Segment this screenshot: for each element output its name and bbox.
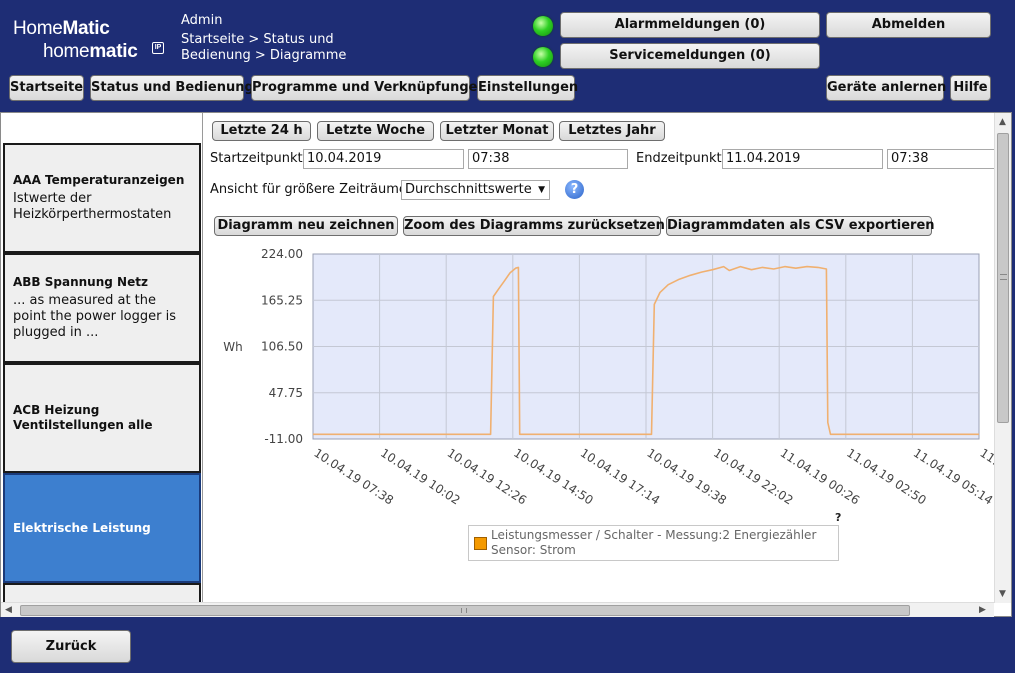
breadcrumb: Startseite > Status und Bedienung > Diag… xyxy=(181,32,347,63)
range-year-button[interactable]: Letztes Jahr xyxy=(559,121,665,141)
vertical-scroll-thumb[interactable] xyxy=(997,133,1009,423)
diagram-item-title: ACB Heizung Ventilstellungen alle xyxy=(13,403,153,432)
scroll-down-icon[interactable]: ▼ xyxy=(999,589,1006,599)
y-tick-label: 224.00 xyxy=(261,247,303,261)
user-name: Admin xyxy=(181,13,223,28)
y-tick-label: -11.00 xyxy=(264,432,303,446)
legend-help-icon[interactable]: ? xyxy=(835,511,841,524)
diagram-item-heating-valves[interactable]: ACB Heizung Ventilstellungen alle xyxy=(3,363,201,473)
end-time-field[interactable]: 07:38 xyxy=(887,149,995,169)
export-csv-button[interactable]: Diagrammdaten als CSV exportieren xyxy=(666,216,935,236)
y-axis-label: Wh xyxy=(223,340,242,354)
y-tick-label: 47.75 xyxy=(269,386,303,400)
legend-series-name: Leistungsmesser / Schalter - Messung:2 E… xyxy=(491,528,817,557)
diagram-item-desc: Istwerte der Heizkörperthermostaten xyxy=(13,191,172,222)
diagram-item-voltage[interactable]: ABB Spannung Netz ... as measured at the… xyxy=(3,253,201,363)
logo-ip-badge: IP xyxy=(152,42,164,54)
footer: Zurück xyxy=(0,618,1015,673)
redraw-diagram-button[interactable]: Diagramm neu zeichnen xyxy=(214,216,398,236)
end-label: Endzeitpunkt xyxy=(636,151,722,166)
help-icon[interactable]: ? xyxy=(565,180,584,199)
horizontal-scroll-thumb[interactable] xyxy=(20,605,910,616)
diagram-item-title: AAA Temperaturanzeigen xyxy=(13,173,185,187)
reset-zoom-button[interactable]: Zoom des Diagramms zurücksetzen xyxy=(403,216,665,236)
service-status-led-icon xyxy=(533,47,553,67)
x-tick-label: 11. xyxy=(977,446,995,468)
power-chart[interactable]: 224.00165.25106.5047.75-11.00 10.04.19 0… xyxy=(207,241,995,571)
start-time-field[interactable]: 07:38 xyxy=(468,149,628,169)
grip-icon xyxy=(1000,274,1007,280)
start-date-field[interactable]: 10.04.2019 xyxy=(303,149,464,169)
chart-legend[interactable]: Leistungsmesser / Schalter - Messung:2 E… xyxy=(468,525,839,561)
nav-programs-button[interactable]: Programme und Verknüpfungen xyxy=(251,75,487,101)
service-messages-button[interactable]: Servicemeldungen (0) xyxy=(560,43,820,69)
diagram-content: Letzte 24 h Letzte Woche Letzter Monat L… xyxy=(207,113,995,603)
range-month-button[interactable]: Letzter Monat xyxy=(440,121,554,141)
y-tick-label: 106.50 xyxy=(261,340,303,354)
nav-teach-devices-button[interactable]: Geräte anlernen xyxy=(826,75,946,101)
back-button[interactable]: Zurück xyxy=(11,630,131,663)
diagram-item-desc: ... as measured at the point the power l… xyxy=(13,293,176,340)
nav-help-button[interactable]: Hilfe xyxy=(950,75,991,101)
range-24h-button[interactable]: Letzte 24 h xyxy=(212,121,311,141)
main-panel: AAA Temperaturanzeigen Istwerte der Heiz… xyxy=(0,112,1012,617)
diagram-item-electric-power[interactable]: Elektrische Leistung xyxy=(3,473,201,583)
view-select[interactable]: Durchschnittswerte ▼ xyxy=(401,180,550,200)
chevron-down-icon: ▼ xyxy=(538,185,545,195)
alarm-messages-button[interactable]: Alarmmeldungen (0) xyxy=(560,12,820,38)
diagram-item-next[interactable] xyxy=(3,583,201,603)
logout-button[interactable]: Abmelden xyxy=(826,12,991,38)
scroll-left-icon[interactable]: ◀ xyxy=(5,605,12,615)
range-week-button[interactable]: Letzte Woche xyxy=(317,121,434,141)
view-select-value: Durchschnittswerte xyxy=(405,182,532,197)
vertical-scrollbar[interactable]: ▲ ▼ xyxy=(994,113,1011,603)
header: HomeMatic homematic IP Admin Startseite … xyxy=(0,0,1015,110)
nav-settings-button[interactable]: Einstellungen xyxy=(477,75,578,101)
alarm-status-led-icon xyxy=(533,16,553,36)
nav-home-button[interactable]: Startseite xyxy=(9,75,84,101)
end-date-field[interactable]: 11.04.2019 xyxy=(722,149,883,169)
logo-homematic: HomeMatic xyxy=(13,18,110,39)
grip-icon xyxy=(461,608,467,613)
nav-status-button[interactable]: Status und Bedienung xyxy=(90,75,254,101)
diagram-item-title: Elektrische Leistung xyxy=(13,520,151,535)
y-tick-label: 165.25 xyxy=(261,293,303,307)
diagram-item-title: ABB Spannung Netz xyxy=(13,275,148,289)
view-label: Ansicht für größere Zeiträume xyxy=(210,182,407,197)
scroll-up-icon[interactable]: ▲ xyxy=(999,117,1006,127)
horizontal-scrollbar[interactable]: ◀ ▶ xyxy=(1,602,994,617)
logo-homematic-ip: homematic xyxy=(43,41,138,62)
diagram-item-temperature[interactable]: AAA Temperaturanzeigen Istwerte der Heiz… xyxy=(3,143,201,253)
scroll-right-icon[interactable]: ▶ xyxy=(979,605,986,615)
legend-swatch xyxy=(474,537,487,550)
start-label: Startzeitpunkt xyxy=(210,151,303,166)
diagram-list: AAA Temperaturanzeigen Istwerte der Heiz… xyxy=(1,113,203,603)
